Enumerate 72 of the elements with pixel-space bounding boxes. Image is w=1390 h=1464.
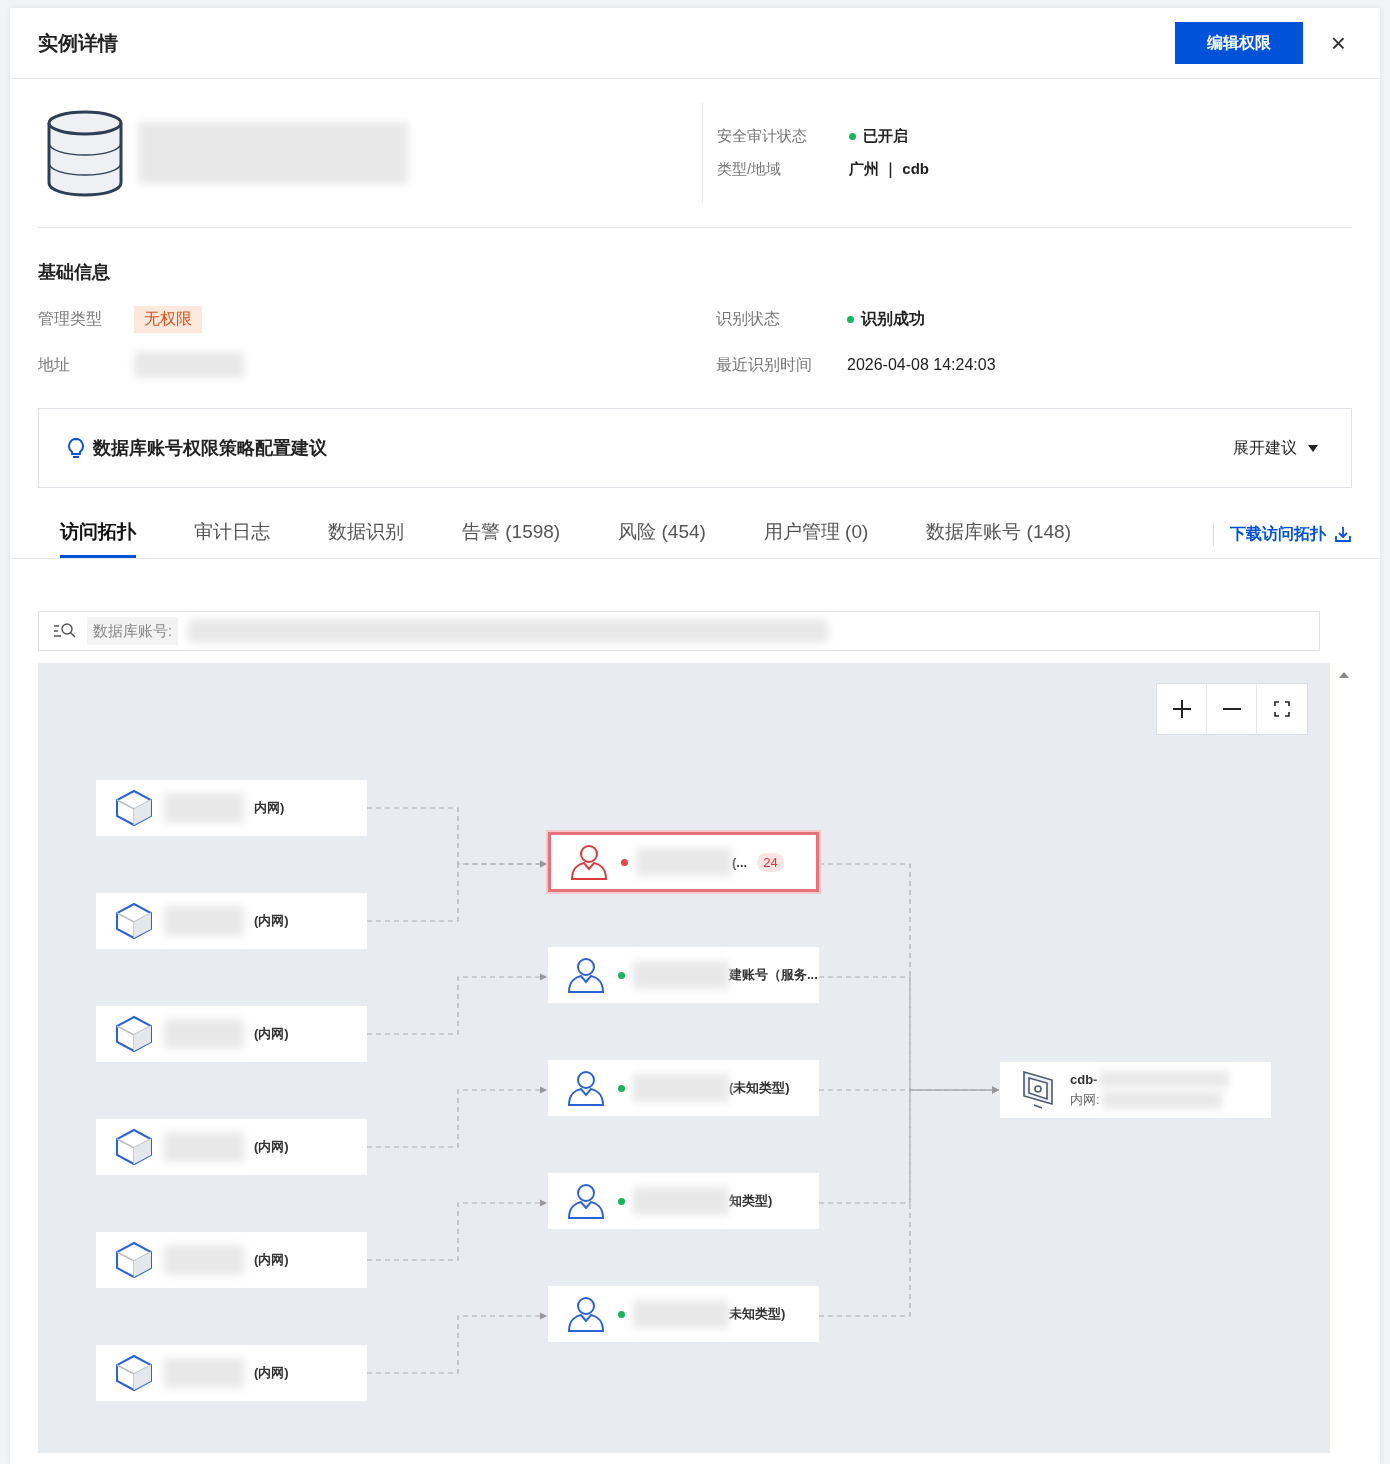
cube-icon	[114, 1241, 154, 1279]
node-label: 未知类型)	[729, 1305, 786, 1323]
node-label: (内网)	[254, 1025, 289, 1043]
server-icon	[1020, 1068, 1056, 1112]
field-value: 2026-04-08 14:24:03	[847, 356, 996, 374]
source-node[interactable]: (内网)	[96, 1119, 367, 1175]
field-label: 地址	[38, 354, 71, 375]
database-icon	[46, 109, 124, 197]
cube-icon	[114, 789, 154, 827]
user-icon	[566, 1294, 606, 1334]
field-label: 类型/地域	[717, 160, 783, 179]
edit-permissions-button[interactable]: 编辑权限	[1174, 22, 1303, 64]
account-node[interactable]: (未知类型)	[548, 1060, 819, 1116]
cube-icon	[114, 1128, 154, 1166]
tab[interactable]: 访问拓扑	[60, 519, 136, 558]
node-label: 知类型)	[729, 1192, 773, 1210]
section-title: 基础信息	[38, 261, 111, 284]
network-label: 内网:	[1070, 1091, 1100, 1109]
search-prefix: 数据库账号:	[87, 617, 179, 645]
field-label: 管理类型	[38, 308, 103, 329]
source-node[interactable]: (内网)	[96, 1232, 367, 1288]
user-icon	[566, 1181, 606, 1221]
permission-tag: 无权限	[134, 305, 202, 333]
node-label: (未知类型)	[729, 1079, 790, 1097]
filter-search-icon	[53, 622, 77, 640]
field-label: 最近识别时间	[716, 354, 813, 375]
node-label: 建账号（服务...	[729, 966, 818, 984]
tab[interactable]: 风险 (454)	[618, 519, 706, 558]
user-icon	[566, 1068, 606, 1108]
instance-node[interactable]: cdb- 内网:	[1000, 1062, 1271, 1118]
tab[interactable]: 审计日志	[194, 519, 270, 558]
field-value: 广州 ｜ cdb	[849, 160, 929, 179]
field-value: 已开启	[863, 127, 908, 146]
scroll-up-icon[interactable]	[1338, 671, 1350, 679]
field-value: 识别成功	[861, 308, 925, 329]
user-icon	[566, 955, 606, 995]
node-label: 内网)	[254, 799, 285, 817]
suggestion-title: 数据库账号权限策略配置建议	[93, 437, 328, 460]
instance-name: cdb-	[1070, 1071, 1098, 1087]
minus-icon	[1222, 708, 1241, 710]
account-node[interactable]: 知类型)	[548, 1173, 819, 1229]
lightbulb-icon	[67, 437, 85, 459]
expand-suggestions-button[interactable]: 展开建议	[1227, 436, 1325, 460]
tab[interactable]: 告警 (1598)	[462, 519, 561, 558]
tab[interactable]: 数据库账号 (148)	[926, 519, 1071, 558]
close-button[interactable]: ×	[1324, 27, 1352, 59]
source-node[interactable]: (内网)	[96, 1345, 367, 1401]
cube-icon	[114, 1354, 154, 1392]
field-label: 识别状态	[716, 308, 781, 329]
account-node[interactable]: 建账号（服务...	[548, 947, 819, 1003]
count-badge: 24	[757, 852, 784, 872]
source-node[interactable]: 内网)	[96, 780, 367, 836]
plus-icon	[1172, 700, 1191, 718]
download-icon	[1334, 525, 1352, 543]
cube-icon	[114, 902, 154, 940]
user-icon	[569, 842, 609, 882]
tab[interactable]: 用户管理 (0)	[763, 519, 869, 558]
node-label: (内网)	[254, 912, 289, 930]
fullscreen-icon	[1274, 701, 1290, 717]
source-node[interactable]: (内网)	[96, 893, 367, 949]
download-link[interactable]: 下载访问拓扑	[1213, 522, 1352, 546]
node-label: (...	[732, 854, 748, 870]
field-label: 安全审计状态	[717, 127, 808, 146]
node-label: (内网)	[254, 1364, 289, 1382]
dialog-title: 实例详情	[38, 30, 119, 56]
node-label: (内网)	[254, 1251, 289, 1269]
tab[interactable]: 数据识别	[328, 519, 404, 558]
account-node[interactable]: 未知类型)	[548, 1286, 819, 1342]
source-node[interactable]: (内网)	[96, 1006, 367, 1062]
cube-icon	[114, 1015, 154, 1053]
node-label: (内网)	[254, 1138, 289, 1156]
account-node[interactable]: (... 24	[548, 832, 819, 892]
